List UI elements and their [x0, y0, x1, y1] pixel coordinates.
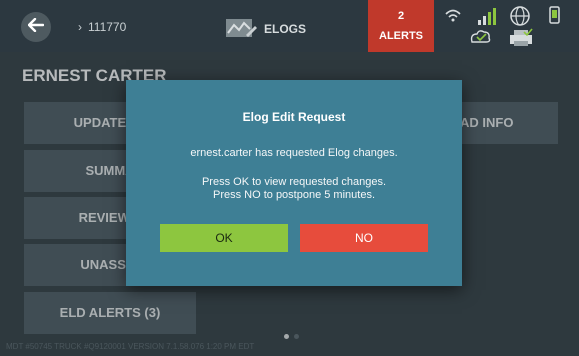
elog-edit-dialog: Elog Edit Request ernest.carter has requ… [126, 80, 462, 286]
dialog-title: Elog Edit Request [242, 110, 346, 124]
elogs-tab[interactable]: ELOGS [220, 14, 360, 42]
alerts-count: 2 [397, 10, 405, 22]
signal-icon [478, 8, 496, 25]
globe-icon [510, 6, 530, 26]
no-button[interactable]: NO [300, 224, 428, 252]
chevron-right-icon: › [78, 20, 82, 34]
back-button[interactable] [21, 12, 51, 42]
top-bar: › 111770 ELOGS 2 ALERTS [0, 0, 579, 52]
status-icons [444, 4, 574, 48]
ok-button[interactable]: OK [160, 224, 288, 252]
alerts-label: ALERTS [379, 30, 423, 42]
printer-icon [510, 28, 533, 46]
cloud-icon [470, 30, 491, 43]
truck-selector[interactable]: › 111770 [78, 20, 126, 34]
dialog-instruction-no: Press NO to postpone 5 minutes. [212, 189, 376, 201]
wifi-icon [445, 9, 461, 22]
dialog-instruction-ok: Press OK to view requested changes. [201, 176, 387, 188]
alerts-button[interactable]: 2 ALERTS [368, 0, 434, 52]
dialog-message: ernest.carter has requested Elog changes… [190, 147, 398, 159]
device-icon [549, 6, 560, 24]
truck-id-label: 111770 [88, 20, 127, 34]
elogs-label: ELOGS [264, 22, 307, 36]
back-arrow-icon [27, 17, 45, 37]
